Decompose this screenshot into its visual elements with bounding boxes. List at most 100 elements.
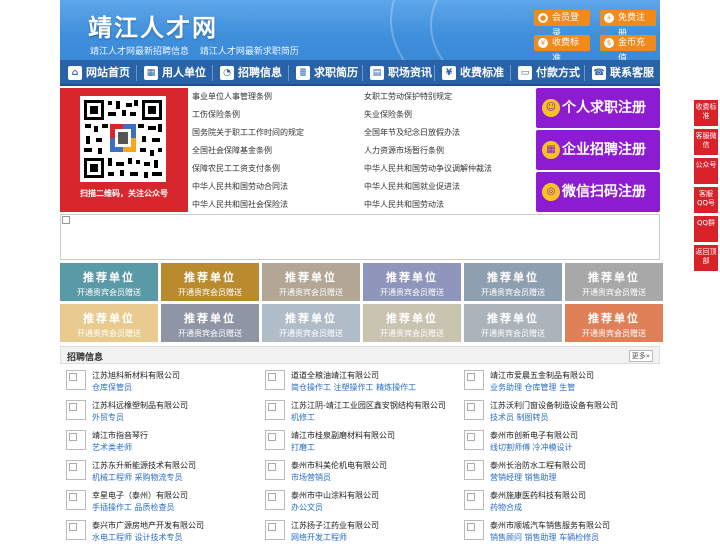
latest-jobs-link[interactable]: 靖江人才网最新招聘信息 [90, 47, 189, 57]
company-logo[interactable] [66, 460, 86, 480]
company-name[interactable]: 靖江市爱晨五金制品有限公司 [490, 370, 594, 381]
company-logo[interactable] [464, 490, 484, 510]
company-name[interactable]: 泰州市中山涂料有限公司 [291, 490, 379, 501]
sidebar-wechat[interactable]: 客服微信 [694, 129, 718, 155]
sidebar-pricing[interactable]: 收费标准 [694, 100, 718, 126]
policy-link[interactable]: 保障农民工工资支付条例 [192, 163, 280, 174]
policy-link[interactable]: 国务院关于职工工作时间的规定 [192, 127, 304, 138]
job-positions[interactable]: 外贸专员 [92, 412, 124, 423]
company-logo[interactable] [464, 400, 484, 420]
company-name[interactable]: 江苏沃利门窗设备制造设备有限公司 [490, 400, 618, 411]
job-positions[interactable]: 办公文员 [291, 502, 323, 513]
nav-resumes[interactable]: ≣ 求职简历 [292, 60, 358, 86]
recommended-unit-tile[interactable]: 推荐单位 开通贵宾会员赠送 [161, 304, 259, 342]
company-logo[interactable] [265, 520, 285, 540]
policy-link[interactable]: 中华人民共和国就业促进法 [364, 181, 460, 192]
job-positions[interactable]: 手插操作工 品质检查员 [92, 502, 175, 513]
company-logo[interactable] [66, 370, 86, 390]
site-logo-title[interactable]: 靖江人才网 [88, 8, 218, 43]
job-positions[interactable]: 机修工 [291, 412, 315, 423]
company-name[interactable]: 泰州市科美伦机电有限公司 [291, 460, 387, 471]
nav-jobs[interactable]: ◔ 招聘信息 [216, 60, 282, 86]
company-name[interactable]: 泰州市创新电子有限公司 [490, 430, 578, 441]
job-positions[interactable]: 机械工程师 采购物流专员 [92, 472, 183, 483]
job-positions[interactable]: 艺术类老师 [92, 442, 132, 453]
coin-recharge-button[interactable]: $ 金币充值 [600, 35, 656, 60]
company-logo[interactable] [265, 430, 285, 450]
company-logo[interactable] [464, 520, 484, 540]
personal-register-button[interactable]: ☺ 个人求职注册 [536, 88, 660, 128]
job-positions[interactable]: 技术员 制图转员 [490, 412, 549, 423]
company-logo[interactable] [66, 490, 86, 510]
nav-news[interactable]: ▤ 职场资讯 [366, 60, 432, 86]
recommended-unit-tile[interactable]: 推荐单位 开通贵宾会员赠送 [262, 263, 360, 301]
member-login-button[interactable]: ● 会员登录 [534, 10, 590, 39]
free-register-button[interactable]: + 免费注册 [600, 10, 656, 39]
price-standard-button[interactable]: ¥ 收费标准 [534, 35, 590, 60]
sidebar-official-account[interactable]: 公众号 [694, 158, 718, 184]
job-positions[interactable]: 销售顾问 销售助理 车辆检修员 [490, 532, 599, 543]
policy-link[interactable]: 事业单位人事管理条例 [192, 91, 272, 102]
company-register-button[interactable]: ▦ 企业招聘注册 [536, 130, 660, 170]
recommended-unit-tile[interactable]: 推荐单位 开通贵宾会员赠送 [363, 263, 461, 301]
job-positions[interactable]: 营销经理 销售助理 [490, 472, 557, 483]
nav-payment[interactable]: ▭ 付款方式 [514, 60, 580, 86]
company-name[interactable]: 靖江市指音琴行 [92, 430, 148, 441]
job-positions[interactable]: 药物合成 [490, 502, 522, 513]
policy-link[interactable]: 中华人民共和国劳动合同法 [192, 181, 288, 192]
company-logo[interactable] [265, 460, 285, 480]
recommended-unit-tile[interactable]: 推荐单位 开通贵宾会员赠送 [565, 263, 663, 301]
company-logo[interactable] [265, 370, 285, 390]
company-name[interactable]: 泰州市顺城汽车销售服务有限公司 [490, 520, 610, 531]
policy-link[interactable]: 全国年节及纪念日放假办法 [364, 127, 460, 138]
job-positions[interactable]: 打磨工 [291, 442, 315, 453]
more-link[interactable]: 更多» [628, 350, 653, 362]
recommended-unit-tile[interactable]: 推荐单位 开通贵宾会员赠送 [565, 304, 663, 342]
company-name[interactable]: 泰州长治防水工程有限公司 [490, 460, 586, 471]
company-logo[interactable] [464, 460, 484, 480]
company-logo[interactable] [265, 400, 285, 420]
policy-link[interactable]: 工伤保险条例 [192, 109, 240, 120]
job-positions[interactable]: 市场营销员 [291, 472, 331, 483]
latest-resumes-link[interactable]: 靖江人才网最新求职简历 [200, 47, 299, 57]
company-logo[interactable] [464, 370, 484, 390]
policy-link[interactable]: 女职工劳动保护特别规定 [364, 91, 452, 102]
ad-banner[interactable] [60, 214, 660, 260]
recommended-unit-tile[interactable]: 推荐单位 开通贵宾会员赠送 [464, 263, 562, 301]
company-logo[interactable] [66, 400, 86, 420]
company-logo[interactable] [66, 520, 86, 540]
company-name[interactable]: 江苏东升新能源技术有限公司 [92, 460, 196, 471]
policy-link[interactable]: 人力资源市场暂行条例 [364, 145, 444, 156]
policy-link[interactable]: 全国社会保障基金条例 [192, 145, 272, 156]
recommended-unit-tile[interactable]: 推荐单位 开通贵宾会员赠送 [60, 304, 158, 342]
nav-home[interactable]: ⌂ 网站首页 [64, 60, 130, 86]
nav-employers[interactable]: ▦ 用人单位 [140, 60, 206, 86]
policy-link[interactable]: 中华人民共和国社会保险法 [192, 199, 288, 210]
sidebar-qq-group[interactable]: QQ群 [694, 216, 718, 242]
nav-pricing[interactable]: ¥ 收费标准 [438, 60, 504, 86]
policy-link[interactable]: 中华人民共和国劳动法 [364, 199, 444, 210]
recommended-unit-tile[interactable]: 推荐单位 开通贵宾会员赠送 [60, 263, 158, 301]
company-name[interactable]: 幸星电子（泰州）有限公司 [92, 490, 188, 501]
nav-contact[interactable]: ☎ 联系客服 [588, 60, 654, 86]
job-positions[interactable]: 业务助理 仓库管理 生管 [490, 382, 575, 393]
company-logo[interactable] [265, 490, 285, 510]
policy-link[interactable]: 中华人民共和国劳动争议调解仲裁法 [364, 163, 492, 174]
company-name[interactable]: 靖江市桂泉副磨材料有限公司 [291, 430, 395, 441]
company-logo[interactable] [66, 430, 86, 450]
company-name[interactable]: 泰兴市广源房地产开发有限公司 [92, 520, 204, 531]
company-logo[interactable] [464, 430, 484, 450]
sidebar-back-to-top[interactable]: 返回顶部 [694, 245, 718, 271]
job-positions[interactable]: 简仓操作工 注塑操作工 精炼操作工 [291, 382, 416, 393]
company-name[interactable]: 江苏扬子江药业有限公司 [291, 520, 379, 531]
company-name[interactable]: 江苏旭科新材料有限公司 [92, 370, 180, 381]
recommended-unit-tile[interactable]: 推荐单位 开通贵宾会员赠送 [464, 304, 562, 342]
recommended-unit-tile[interactable]: 推荐单位 开通贵宾会员赠送 [161, 263, 259, 301]
recommended-unit-tile[interactable]: 推荐单位 开通贵宾会员赠送 [363, 304, 461, 342]
company-name[interactable]: 道道全粮油靖江有限公司 [291, 370, 379, 381]
recommended-unit-tile[interactable]: 推荐单位 开通贵宾会员赠送 [262, 304, 360, 342]
company-name[interactable]: 泰州施康医药科技有限公司 [490, 490, 586, 501]
job-positions[interactable]: 网络开发工程师 [291, 532, 347, 543]
sidebar-qq[interactable]: 客服QQ号 [694, 187, 718, 213]
job-positions[interactable]: 仓库保管员 [92, 382, 132, 393]
